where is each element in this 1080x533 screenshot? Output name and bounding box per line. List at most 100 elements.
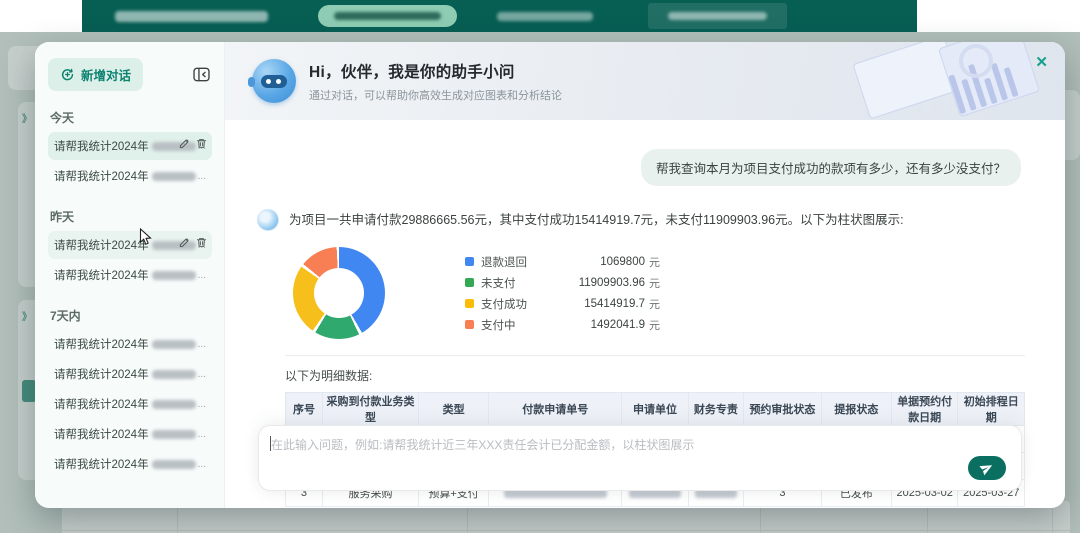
legend-unit: 元 (649, 256, 660, 269)
conversation-item[interactable]: 请帮我统计2024年... (48, 330, 212, 358)
detail-data-label: 以下为明细数据: (285, 369, 373, 383)
conversation-item-text: 请帮我统计2024年 (54, 429, 149, 441)
conversation-groups: 今天 请帮我统计2024年... 请帮我统计2024年... 昨天 请帮我统计2024年… (48, 109, 212, 478)
item-actions (179, 138, 207, 149)
legend-item: 支付中 1492041.9 元 (465, 314, 660, 335)
chart-legend: 退款退回 1069800 元未支付 11909903.96 元支付成功 15414919.… (465, 251, 660, 335)
conversation-item[interactable]: 请帮我统计2024年... (48, 261, 212, 289)
donut-hole (314, 268, 364, 318)
legend-value: 11909903.96 (578, 276, 645, 289)
close-button[interactable]: ✕ (1035, 53, 1048, 71)
ellipsis: ... (197, 269, 206, 281)
group-label: 今天 (50, 111, 75, 125)
bot-message-avatar (257, 209, 279, 231)
assistant-header: Hi，伙伴，我是你的助手小问 通过对话，可以帮助你高效生成对应图表和分析结论 ✕ (225, 42, 1065, 120)
legend-marker (465, 257, 474, 266)
legend-value: 1069800 (600, 255, 645, 268)
question-input[interactable] (271, 434, 911, 456)
delete-icon[interactable] (196, 237, 207, 248)
legend-marker (465, 278, 474, 287)
conversation-item[interactable]: 请帮我统计2024年... (48, 390, 212, 418)
screen: 》 》 新增对话 今天 请帮我统计2024年 ... 请帮我统计2024年 ..… (0, 0, 1080, 533)
conversation-item[interactable]: 请帮我统计2024年... (48, 162, 212, 190)
ellipsis: ... (197, 368, 206, 380)
legend-item: 未支付 11909903.96 元 (465, 272, 660, 293)
edit-icon[interactable] (179, 138, 190, 149)
conversation-item[interactable]: 请帮我统计2024年... (48, 132, 212, 160)
send-button[interactable] (968, 456, 1006, 480)
ellipsis: ... (197, 458, 206, 470)
bg-button (22, 380, 36, 402)
nav-tab-label-redacted (334, 12, 441, 20)
new-chat-button[interactable]: 新增对话 (48, 58, 144, 91)
table-header-cell: 提报状态 (820, 392, 892, 426)
bg-chevrons: 》 (22, 312, 32, 323)
user-message: 帮我查询本月为项目支付成功的款项有多少，还有多少没支付？ (640, 149, 1021, 186)
collapse-sidebar-button[interactable] (191, 65, 212, 84)
conversation-item-text: 请帮我统计2024年 (54, 141, 149, 153)
nav-tab-highlighted[interactable] (648, 3, 787, 29)
composer (258, 425, 1022, 491)
redacted-text (151, 171, 196, 181)
table-header-cell: 付款申请单号 (488, 392, 623, 426)
conversation-item[interactable]: 请帮我统计2024年... (48, 450, 212, 478)
redacted-text (151, 429, 196, 439)
group-label: 7天内 (50, 309, 81, 323)
legend-value: 15414919.7 (584, 297, 645, 310)
conversation-item[interactable]: 请帮我统计2024年... (48, 360, 212, 388)
nav-tab[interactable] (497, 12, 593, 21)
legend-unit: 元 (649, 277, 660, 290)
legend-label: 未支付 (481, 277, 516, 290)
table-header-cell: 序号 (285, 392, 323, 426)
chat-body: 帮我查询本月为项目支付成功的款项有多少，还有多少没支付？ 为项目一共申请付款29… (225, 120, 1065, 508)
legend-label: 退款退回 (481, 256, 527, 269)
new-chat-label: 新增对话 (81, 69, 132, 83)
legend-value: 1492041.9 (590, 318, 645, 331)
table-header-cell: 单据预约付款日期 (890, 392, 959, 426)
assistant-avatar (248, 59, 296, 103)
top-navbar (82, 0, 917, 32)
conversation-item-text: 请帮我统计2024年 (54, 171, 149, 183)
platform-title-redacted (115, 11, 268, 22)
donut-chart (293, 247, 385, 339)
bg-chevrons: 》 (22, 114, 32, 125)
table-header-cell: 采购到付款业务类型 (321, 392, 420, 426)
legend-marker (465, 299, 474, 308)
redacted-text (151, 339, 196, 349)
assistant-subtitle: 通过对话，可以帮助你高效生成对应图表和分析结论 (309, 89, 562, 102)
legend-unit: 元 (649, 319, 660, 332)
conversation-item[interactable]: 请帮我统计2024年... (48, 231, 212, 259)
conversation-item[interactable]: 请帮我统计2024年... (48, 420, 212, 448)
ellipsis: ... (197, 338, 206, 350)
assistant-dialog: 新增对话 今天 请帮我统计2024年... 请帮我统计2024年... 昨天 请帮我统计… (35, 42, 1065, 508)
ellipsis: ... (197, 170, 206, 182)
delete-icon[interactable] (196, 138, 207, 149)
conversation-item-text: 请帮我统计2024年 (54, 240, 149, 252)
table-header-cell: 财务专责 (687, 392, 745, 426)
new-chat-icon (61, 68, 74, 81)
redacted-text (151, 459, 196, 469)
legend-marker (465, 320, 474, 329)
conversation-sidebar: 新增对话 今天 请帮我统计2024年... 请帮我统计2024年... 昨天 请帮我统计… (35, 42, 225, 508)
legend-label: 支付中 (481, 319, 516, 332)
edit-icon[interactable] (179, 237, 190, 248)
item-actions (179, 237, 207, 248)
assistant-header-text: Hi，伙伴，我是你的助手小问 通过对话，可以帮助你高效生成对应图表和分析结论 (309, 60, 562, 103)
conversation-item-text: 请帮我统计2024年 (54, 369, 149, 381)
divider (285, 355, 1025, 356)
legend-item: 支付成功 15414919.7 元 (465, 293, 660, 314)
assistant-main: Hi，伙伴，我是你的助手小问 通过对话，可以帮助你高效生成对应图表和分析结论 ✕… (225, 42, 1065, 508)
legend-unit: 元 (649, 298, 660, 311)
nav-tab-label-redacted (668, 12, 767, 20)
collapse-sidebar-icon (193, 67, 210, 82)
conversation-item-text: 请帮我统计2024年 (54, 459, 149, 471)
legend-item: 退款退回 1069800 元 (465, 251, 660, 272)
table-header-cell: 类型 (417, 392, 490, 426)
ellipsis: ... (197, 428, 206, 440)
conversation-item-text: 请帮我统计2024年 (54, 399, 149, 411)
paper-plane-icon (979, 465, 993, 476)
table-header-cell: 初始排程日期 (957, 392, 1025, 426)
nav-tab-active[interactable] (318, 5, 457, 27)
payment-status-chart: 退款退回 1069800 元未支付 11909903.96 元支付成功 15414919.… (225, 231, 1065, 339)
redacted-text (151, 270, 196, 280)
